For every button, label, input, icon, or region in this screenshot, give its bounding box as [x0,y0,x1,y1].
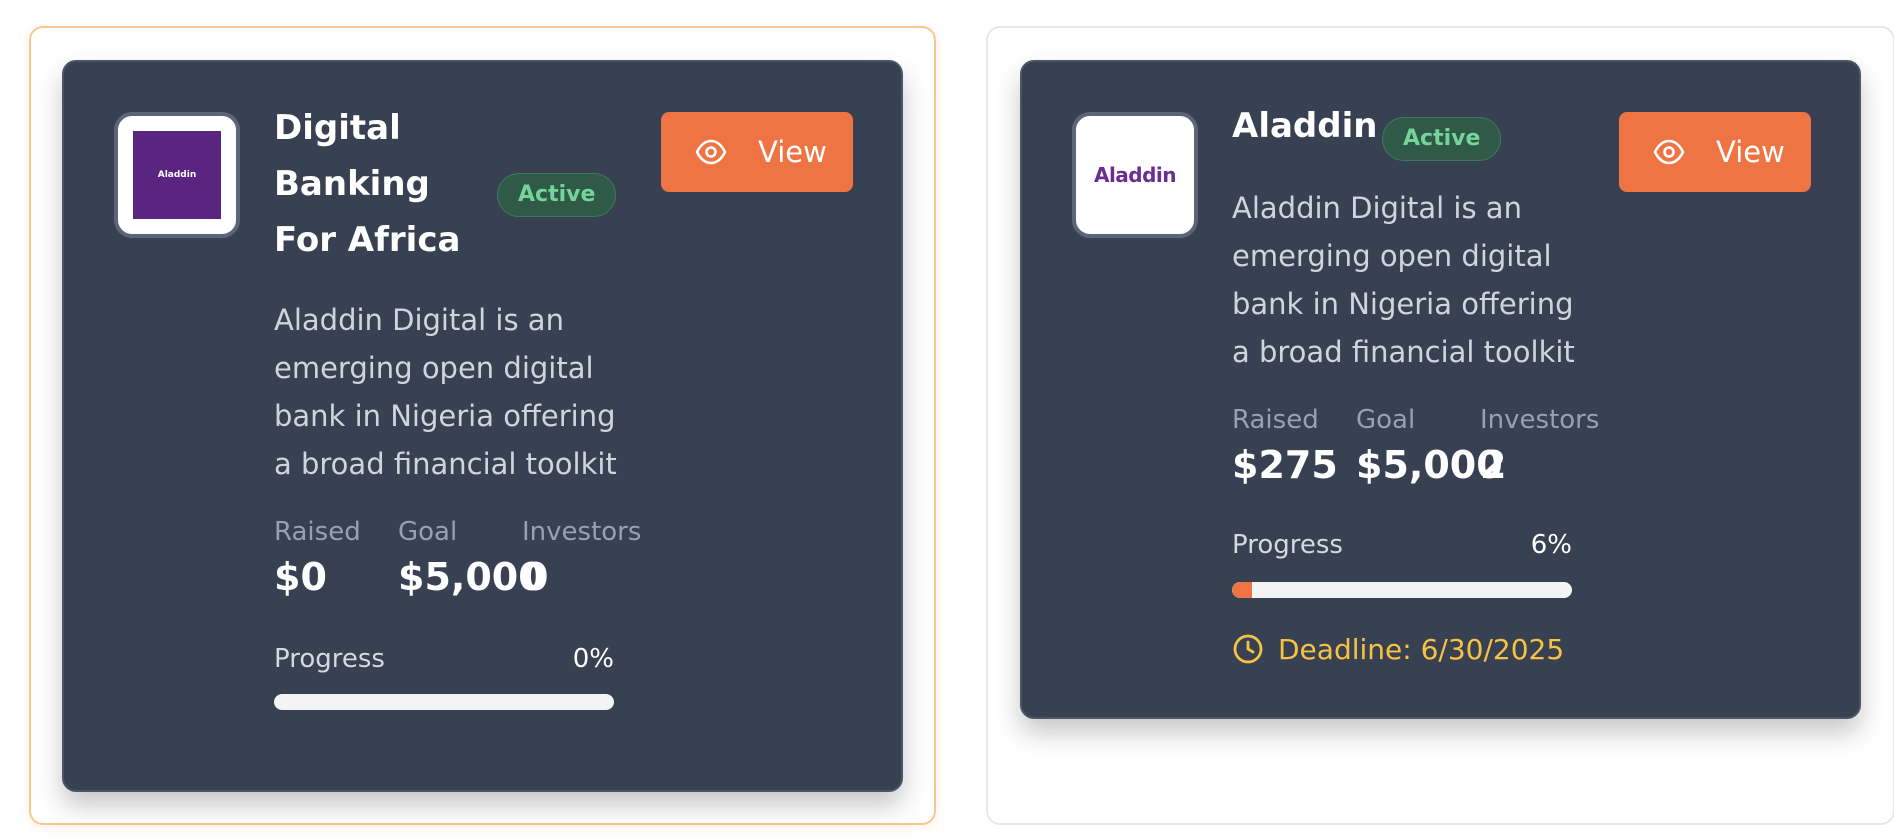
company-logo: Aladdin [114,112,240,238]
description-line: bank in Nigeria offering [274,399,616,433]
project-title-line: Digital [274,108,401,148]
goal-label: Goal [1356,405,1416,435]
project-card: Aladdin Aladdin Active View Aladdin Digi… [1020,60,1861,719]
view-button-label: View [758,135,827,169]
deadline-text: Deadline: 6/30/2025 [1278,633,1565,666]
project-title: Aladdin [1232,98,1377,154]
project-title: Digital Banking For Africa [274,100,460,268]
description-line: Aladdin Digital is an [274,303,564,337]
description-line: a broad financial toolkit [274,447,617,481]
company-logo: Aladdin [1072,112,1198,238]
goal-label: Goal [398,517,458,547]
progress-bar [274,694,614,710]
progress-percent: 6% [1530,530,1572,560]
project-description: Aladdin Digital is an emerging open digi… [274,296,634,488]
status-badge: Active [497,173,617,217]
progress-label: Progress [274,644,385,674]
description-line: a broad financial toolkit [1232,335,1575,369]
project-card: Aladdin Digital Banking For Africa Activ… [62,60,903,792]
aladdin-logo-image: Aladdin [133,131,221,219]
view-button[interactable]: View [661,112,853,192]
view-button[interactable]: View [1619,112,1811,192]
investors-label: Investors [522,517,642,547]
eye-icon [1653,139,1685,165]
progress-label: Progress [1232,530,1343,560]
progress-percent: 0% [572,644,614,674]
progress-bar-fill [1232,582,1253,598]
description-line: emerging open digital [1232,239,1552,273]
raised-label: Raised [274,517,361,547]
project-title-line: For Africa [274,220,461,260]
clock-icon [1233,634,1263,664]
description-line: emerging open digital [274,351,594,385]
project-title-line: Aladdin [1232,106,1378,146]
project-description: Aladdin Digital is an emerging open digi… [1232,184,1592,376]
view-button-label: View [1716,135,1785,169]
project-title-line: Banking [274,164,430,204]
investors-label: Investors [1480,405,1600,435]
raised-value: $275 [1232,443,1338,487]
logo-text: Aladdin [157,170,197,180]
status-badge: Active [1382,117,1502,161]
description-line: bank in Nigeria offering [1232,287,1574,321]
description-line: Aladdin Digital is an [1232,191,1522,225]
logo-text: Aladdin [1093,163,1177,187]
progress-bar [1232,582,1572,598]
investors-value: 0 [522,555,549,599]
investors-value: 2 [1480,443,1507,487]
raised-value: $0 [274,555,327,599]
eye-icon [695,139,727,165]
raised-label: Raised [1232,405,1319,435]
